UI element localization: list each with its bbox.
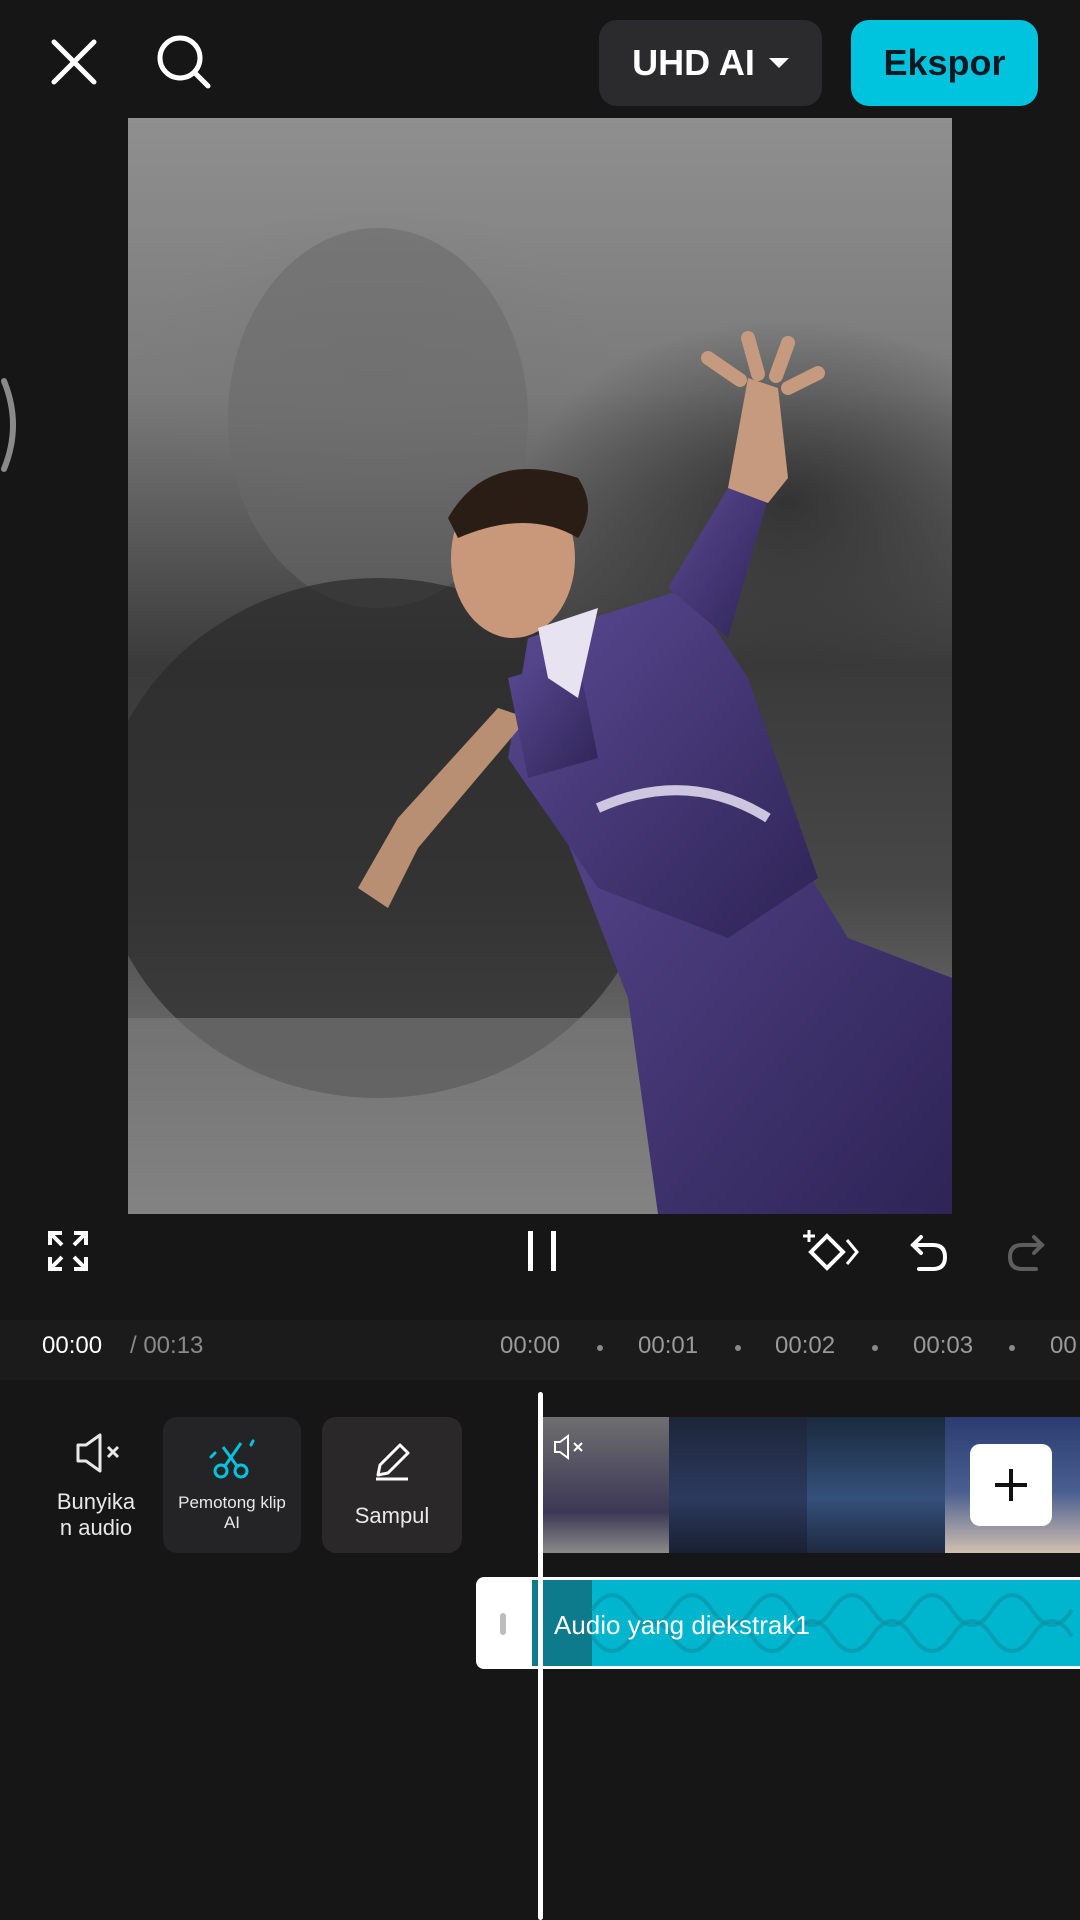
video-thumbnail xyxy=(807,1417,945,1553)
close-button[interactable] xyxy=(42,30,106,94)
mute-icon xyxy=(76,1433,120,1473)
total-duration: / 00:13 xyxy=(130,1332,204,1359)
fullscreen-icon xyxy=(48,1231,88,1271)
video-preview[interactable] xyxy=(128,118,952,1214)
audio-track-label: Audio yang diekstrak1 xyxy=(554,1610,810,1640)
undo-icon xyxy=(910,1235,948,1271)
search-icon xyxy=(157,35,211,89)
tick-dot xyxy=(1009,1345,1015,1351)
video-thumbnail xyxy=(669,1417,807,1553)
keyframe-button[interactable] xyxy=(800,1225,862,1277)
ai-clip-cutter-button[interactable]: Pemotong klip AI xyxy=(163,1417,301,1553)
caret-down-icon xyxy=(768,58,789,68)
redo-icon xyxy=(1007,1235,1045,1271)
plus-icon xyxy=(995,1469,1027,1501)
cover-button[interactable]: Sampul xyxy=(322,1417,462,1553)
tick-label: 00:00 xyxy=(500,1332,561,1359)
tick-label: 00:01 xyxy=(638,1332,699,1359)
player-image xyxy=(128,228,952,1214)
current-time: 00:00 xyxy=(42,1332,103,1359)
tick-dot xyxy=(597,1345,603,1351)
export-label: Ekspor xyxy=(883,42,1006,83)
tick-dot xyxy=(735,1345,741,1351)
resolution-label: UHD AI xyxy=(632,42,755,83)
playhead[interactable] xyxy=(538,1392,543,1920)
add-clip-button[interactable] xyxy=(970,1444,1052,1526)
resolution-dropdown[interactable]: UHD AI xyxy=(599,20,822,106)
search-button[interactable] xyxy=(152,30,216,94)
tick-dot xyxy=(872,1345,878,1351)
pencil-icon xyxy=(376,1443,410,1481)
keyframe-icon xyxy=(803,1230,859,1271)
export-button[interactable]: Ekspor xyxy=(851,20,1038,106)
ai-clip-cutter-label: Pemotong klip AI xyxy=(178,1493,286,1532)
undo-button[interactable] xyxy=(906,1225,952,1277)
tick-label: 00 xyxy=(1050,1332,1077,1359)
mute-audio-button[interactable]: Bunyika n audio xyxy=(40,1417,152,1553)
pause-button[interactable] xyxy=(516,1225,568,1277)
tick-label: 00:03 xyxy=(913,1332,974,1359)
side-panel-handle[interactable] xyxy=(0,375,24,475)
audio-trim-handle[interactable] xyxy=(476,1577,532,1669)
mute-icon xyxy=(554,1434,583,1460)
pause-icon xyxy=(528,1231,556,1271)
redo-button[interactable] xyxy=(1003,1225,1049,1277)
close-icon xyxy=(51,39,97,85)
fullscreen-button[interactable] xyxy=(44,1225,92,1277)
cover-label: Sampul xyxy=(354,1503,430,1528)
mute-audio-label: Bunyika n audio xyxy=(56,1489,136,1540)
handle-grip xyxy=(500,1613,506,1635)
tick-label: 00:02 xyxy=(775,1332,836,1359)
scissors-icon xyxy=(209,1439,255,1479)
